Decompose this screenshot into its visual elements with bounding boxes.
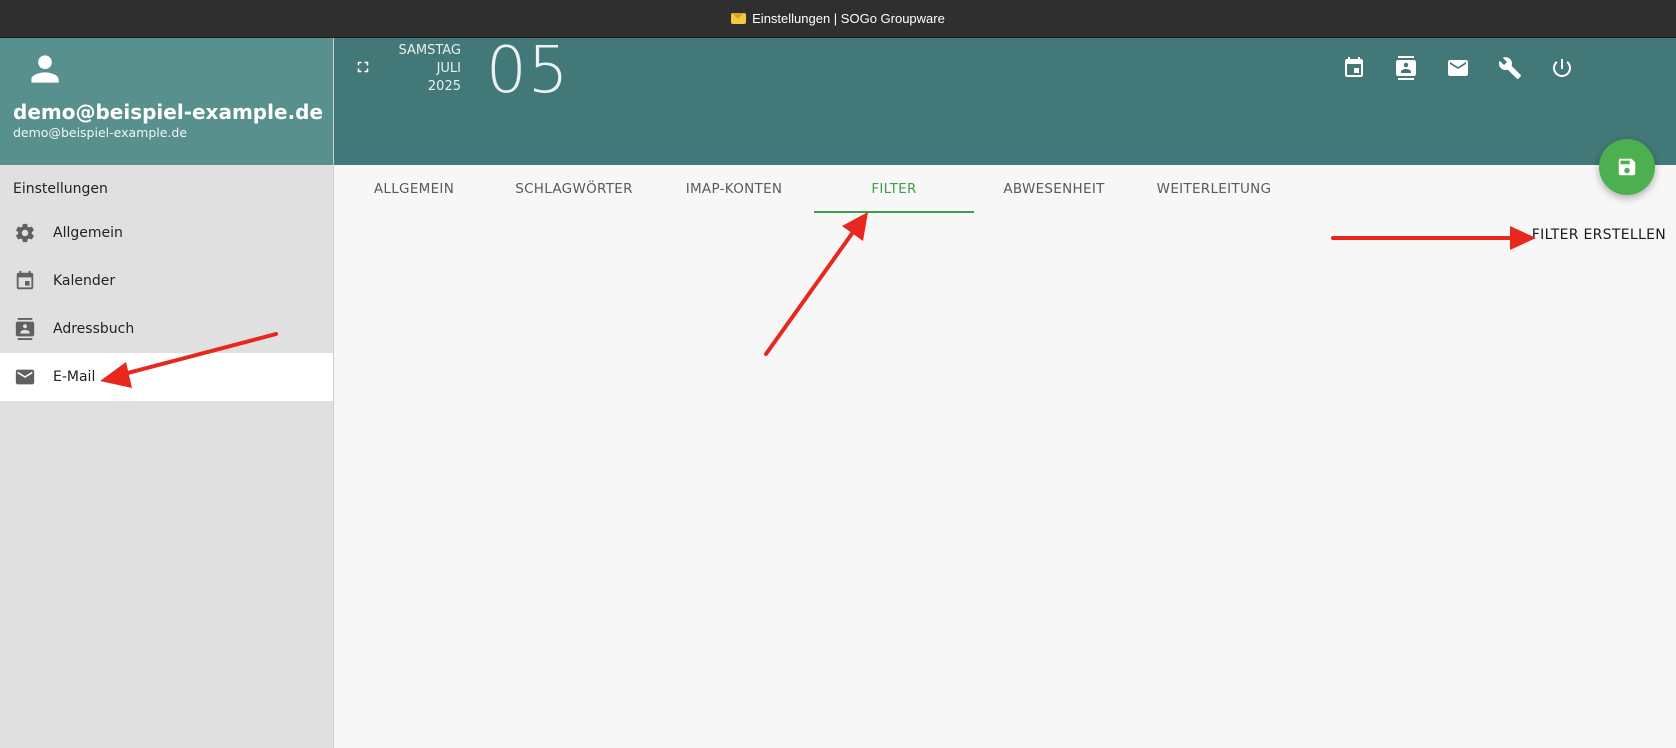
- tab-schlagwoerter[interactable]: SCHLAGWÖRTER: [494, 165, 654, 213]
- window-titlebar: Einstellungen | SOGo Groupware: [0, 0, 1676, 38]
- tab-abwesenheit[interactable]: ABWESENHEIT: [974, 165, 1134, 213]
- power-icon[interactable]: [1548, 54, 1576, 82]
- save-icon: [1618, 158, 1636, 176]
- weekday: SAMSTAG: [398, 43, 461, 58]
- save-button[interactable]: [1599, 139, 1655, 195]
- envelope-icon: [731, 13, 747, 24]
- tab-weiterleitung[interactable]: WEITERLEITUNG: [1134, 165, 1294, 213]
- wrench-icon[interactable]: [1496, 54, 1524, 82]
- gear-icon: [14, 222, 36, 244]
- user-name: demo@beispiel-example.de: [13, 100, 324, 124]
- sidebar-item-label: E-Mail: [53, 369, 96, 385]
- sidebar: demo@beispiel-example.de demo@beispiel-e…: [0, 38, 334, 748]
- sidebar-item-kalender[interactable]: Kalender: [0, 257, 333, 305]
- create-filter-button[interactable]: FILTER ERSTELLEN: [1532, 227, 1666, 243]
- sidebar-section-title: Einstellungen: [13, 181, 108, 197]
- calendar-icon: [14, 270, 36, 292]
- sidebar-item-label: Allgemein: [53, 225, 123, 241]
- calendar-icon[interactable]: [1340, 54, 1368, 82]
- year: 2025: [427, 79, 461, 94]
- window-title: Einstellungen | SOGo Groupware: [752, 11, 945, 26]
- contacts-icon[interactable]: [1392, 54, 1420, 82]
- user-avatar-icon[interactable]: [28, 52, 62, 86]
- sidebar-item-adressbuch[interactable]: Adressbuch: [0, 305, 333, 353]
- sidebar-item-label: Adressbuch: [53, 321, 135, 337]
- month: JULI: [436, 61, 461, 76]
- date-label: SAMSTAG JULI 2025: [384, 42, 461, 96]
- app-header: SAMSTAG JULI 2025 05: [334, 34, 1676, 165]
- mail-icon[interactable]: [1444, 54, 1472, 82]
- day-number: 05: [486, 34, 570, 108]
- tab-allgemein[interactable]: ALLGEMEIN: [334, 165, 494, 213]
- user-email: demo@beispiel-example.de: [13, 125, 188, 140]
- sidebar-item-label: Kalender: [53, 273, 116, 289]
- fullscreen-icon[interactable]: [354, 58, 372, 76]
- settings-tabs: ALLGEMEIN SCHLAGWÖRTER IMAP-KONTEN FILTE…: [334, 165, 1294, 213]
- tab-imap-konten[interactable]: IMAP-KONTEN: [654, 165, 814, 213]
- tab-filter[interactable]: FILTER: [814, 165, 974, 213]
- user-card: demo@beispiel-example.de demo@beispiel-e…: [0, 38, 333, 165]
- address-book-icon: [14, 318, 36, 340]
- sidebar-item-email[interactable]: E-Mail: [0, 353, 333, 401]
- mail-icon: [14, 366, 36, 388]
- sidebar-item-allgemein[interactable]: Allgemein: [0, 209, 333, 257]
- main-content: ALLGEMEIN SCHLAGWÖRTER IMAP-KONTEN FILTE…: [334, 165, 1676, 748]
